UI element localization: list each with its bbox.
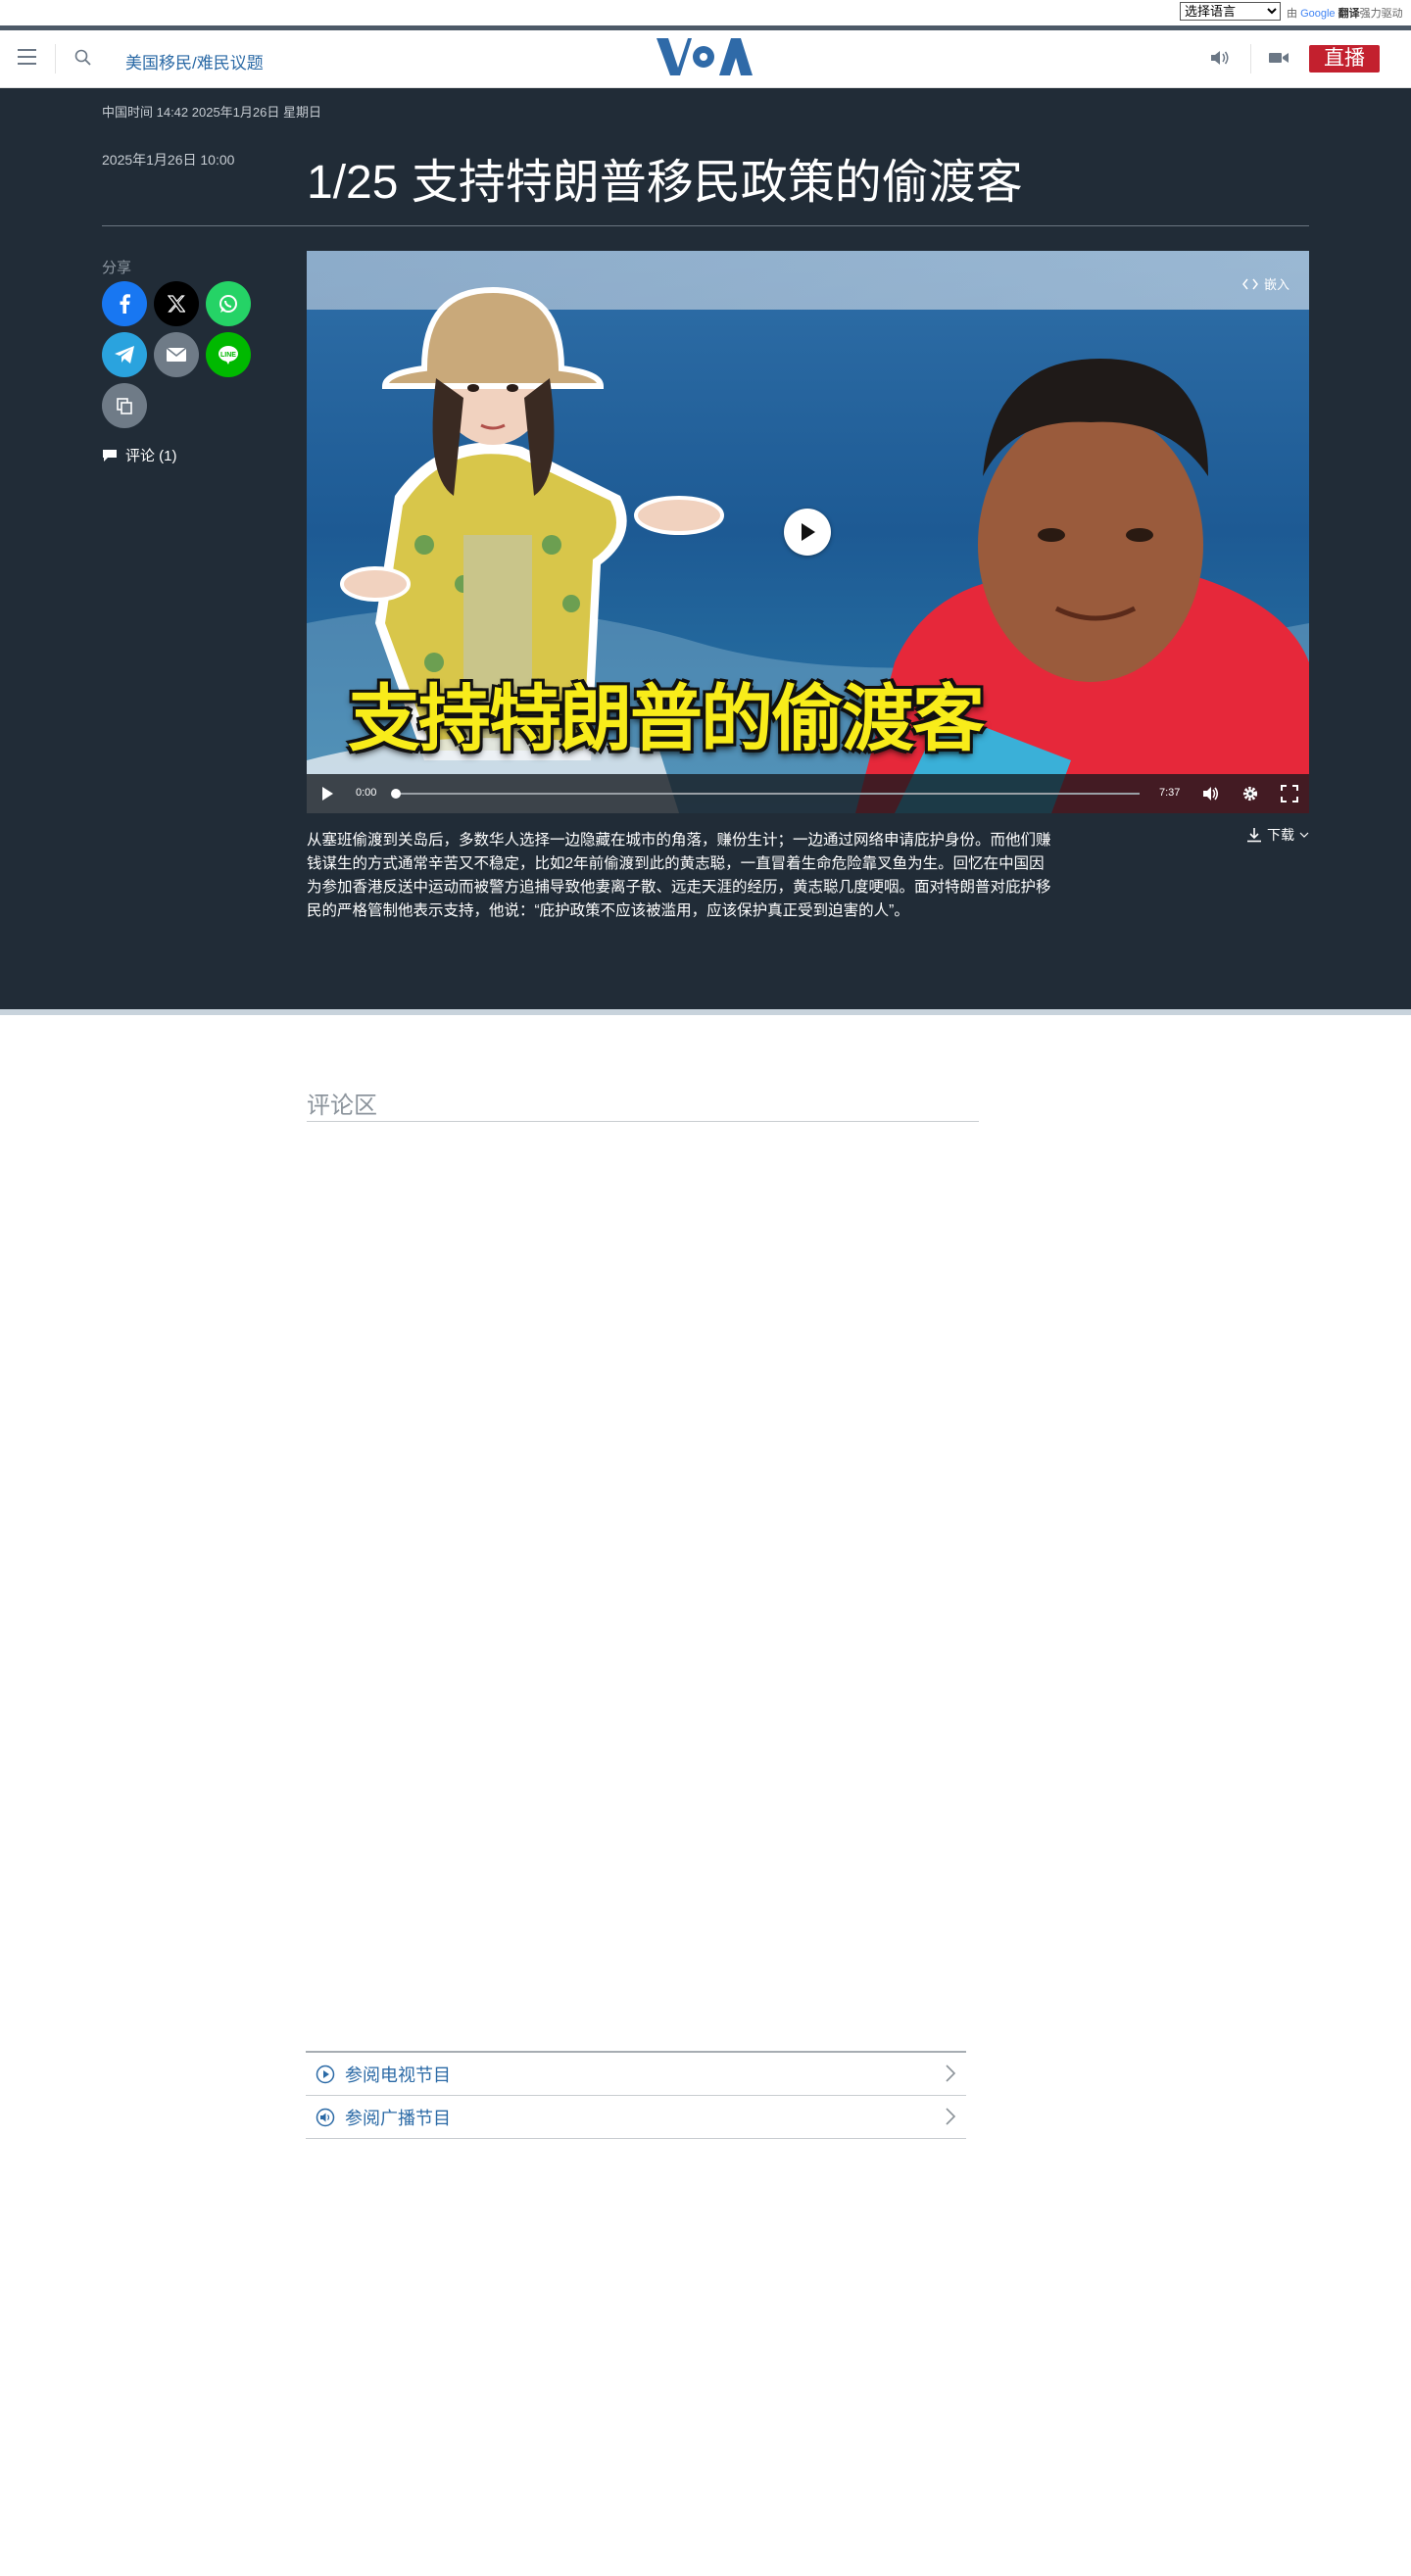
video-player[interactable]: 支持特朗普的偷渡客 嵌入 0:00 7:37: [307, 251, 1309, 813]
whatsapp-share-button[interactable]: [206, 281, 251, 326]
credit-prefix: 由: [1287, 8, 1297, 20]
credit-translate[interactable]: 翻译: [1338, 8, 1360, 20]
google-logo[interactable]: Google: [1300, 8, 1335, 20]
time-current: 0:00: [356, 787, 377, 799]
tv-programs-link[interactable]: 参阅电视节目: [306, 2053, 966, 2096]
embed-label: 嵌入: [1263, 277, 1289, 292]
share-label: 分享: [102, 260, 132, 276]
email-share-button[interactable]: [154, 332, 199, 377]
telegram-share-button[interactable]: [102, 332, 147, 377]
comments-link-label: 评论 (1): [125, 448, 177, 464]
time-duration: 7:37: [1159, 787, 1181, 799]
radio-programs-label: 参阅广播节目: [345, 2108, 451, 2128]
program-links: 参阅电视节目 参阅广播节目: [306, 2051, 966, 2139]
voa-logo[interactable]: [657, 36, 754, 77]
whatsapp-icon: [219, 295, 237, 313]
article-description: 从塞班偷渡到关岛后，多数华人选择一边隐藏在城市的角落，赚份生计；一边通过网络申请…: [307, 832, 1051, 919]
copy-link-button[interactable]: [102, 383, 147, 428]
comments-divider: [307, 1121, 979, 1122]
telegram-icon: [115, 346, 134, 364]
progress-bar[interactable]: [395, 793, 1140, 795]
embed-button[interactable]: 嵌入: [1242, 274, 1289, 293]
x-share-button[interactable]: [154, 281, 199, 326]
email-icon: [167, 348, 186, 362]
search-icon[interactable]: [74, 49, 92, 67]
copy-icon: [117, 398, 132, 414]
download-icon: [1247, 828, 1261, 843]
credit-suffix: 强力驱动: [1359, 8, 1403, 20]
language-select[interactable]: 选择语言: [1180, 2, 1281, 21]
control-play-icon[interactable]: [320, 786, 334, 802]
hero-bottom-border: [0, 1009, 1411, 1015]
play-button[interactable]: [784, 509, 831, 556]
volume-icon[interactable]: [1202, 785, 1220, 802]
settings-gear-icon[interactable]: [1241, 785, 1259, 802]
comment-icon: [103, 449, 117, 462]
page-title: 1/25 支持特朗普移民政策的偷渡客: [307, 157, 1023, 209]
publish-date: 2025年1月26日 10:00: [102, 152, 235, 168]
line-icon: LINE: [219, 346, 238, 365]
chevron-right-icon: [946, 2065, 956, 2082]
header-divider: [1250, 44, 1251, 73]
translate-bar: 选择语言 由 Google 翻译强力驱动: [0, 0, 1411, 25]
facebook-share-button[interactable]: [102, 281, 147, 326]
play-circle-icon: [316, 2065, 335, 2083]
progress-handle[interactable]: [391, 789, 401, 799]
hamburger-icon[interactable]: [18, 49, 36, 66]
comments-heading: 评论区: [307, 1093, 377, 1119]
facebook-icon: [120, 294, 130, 314]
speaker-circle-icon: [316, 2108, 335, 2126]
x-icon: [168, 295, 185, 313]
video-controls: 0:00 7:37: [307, 774, 1309, 813]
comments-link[interactable]: 评论 (1): [102, 445, 177, 465]
chevron-right-icon: [946, 2108, 956, 2125]
tv-programs-label: 参阅电视节目: [345, 2065, 451, 2085]
current-timestamp: 中国时间 14:42 2025年1月26日 星期日: [102, 105, 321, 120]
section-link[interactable]: 美国移民/难民议题: [125, 49, 264, 73]
code-icon: [1242, 278, 1258, 289]
chevron-down-icon: [1299, 832, 1309, 838]
line-share-button[interactable]: LINE: [206, 332, 251, 377]
title-divider: [102, 225, 1309, 226]
header-divider: [55, 44, 56, 73]
play-icon: [802, 523, 815, 541]
translate-credit: 由 Google 翻译强力驱动: [1287, 5, 1403, 21]
fullscreen-icon[interactable]: [1281, 785, 1298, 802]
svg-text:LINE: LINE: [220, 352, 236, 359]
radio-programs-link[interactable]: 参阅广播节目: [306, 2096, 966, 2139]
video-overlay-caption: 支持特朗普的偷渡客: [348, 677, 985, 761]
download-label: 下载: [1267, 827, 1294, 843]
live-button[interactable]: 直播: [1309, 45, 1380, 73]
download-button[interactable]: 下载: [1246, 825, 1309, 845]
speaker-icon[interactable]: [1209, 48, 1231, 68]
site-header: 美国移民/难民议题 直播: [0, 30, 1411, 88]
video-camera-icon[interactable]: [1268, 50, 1289, 66]
